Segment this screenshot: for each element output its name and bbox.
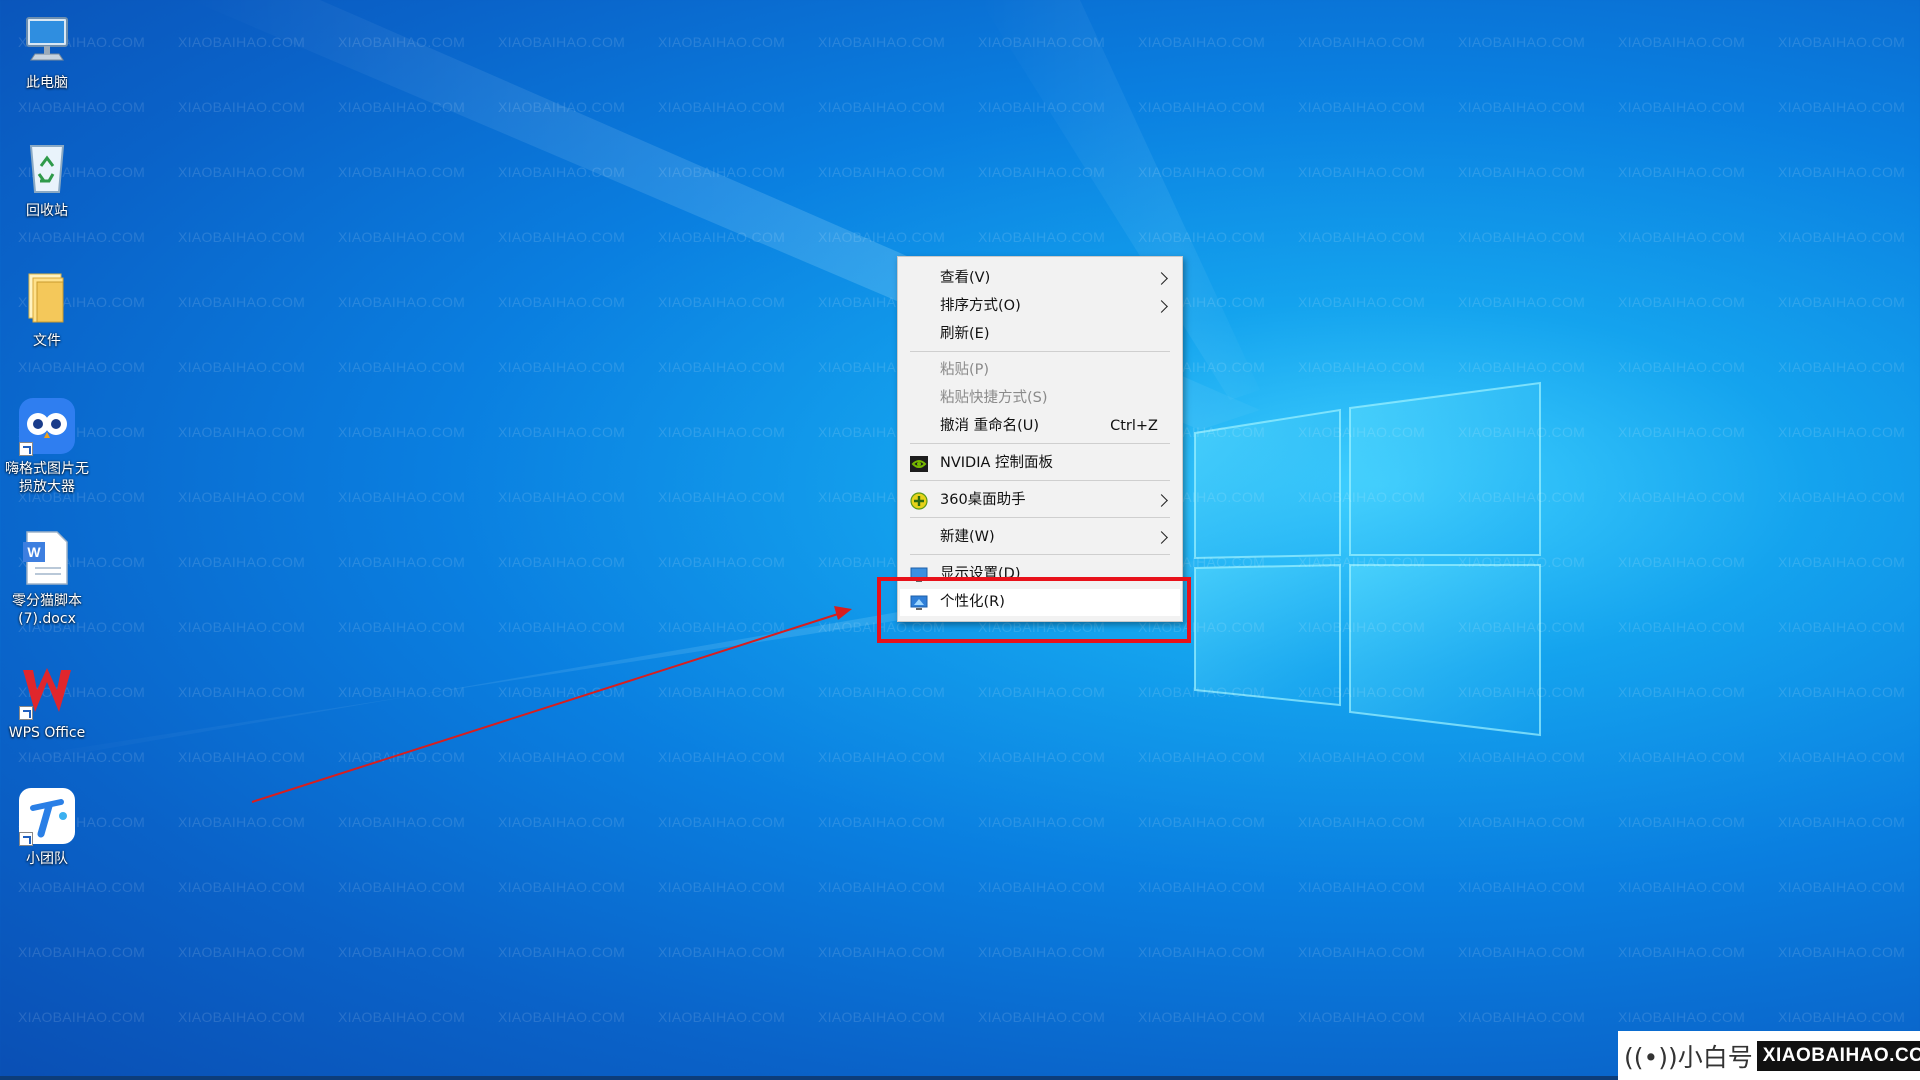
- nvidia-icon: [910, 455, 928, 473]
- menu-item-nvidia-control-panel[interactable]: NVIDIA 控制面板: [900, 450, 1180, 477]
- site-logo-cn-text: ((•))小白号: [1624, 1042, 1753, 1072]
- submenu-arrow-icon: [1155, 531, 1168, 544]
- menu-item-label: 粘贴快捷方式(S): [940, 390, 1048, 406]
- highlight-annotation-box: [877, 577, 1191, 643]
- desktop-icon-label: 文件: [33, 333, 61, 349]
- 360-icon: [910, 492, 928, 510]
- menu-separator: [910, 480, 1170, 481]
- menu-separator: [910, 554, 1170, 555]
- submenu-arrow-icon: [1155, 272, 1168, 285]
- desktop-icon-recycle-bin[interactable]: 回收站: [0, 138, 94, 220]
- desktop-icon-xiaotuandui[interactable]: 小团队: [0, 786, 94, 868]
- menu-item-paste[interactable]: 粘贴(P): [900, 357, 1180, 384]
- word-doc-icon: W: [17, 528, 77, 588]
- taskbar-edge: [0, 1076, 1618, 1080]
- submenu-arrow-icon: [1155, 300, 1168, 313]
- menu-item-new[interactable]: 新建(W): [900, 524, 1180, 551]
- menu-item-refresh[interactable]: 刷新(E): [900, 321, 1180, 348]
- computer-icon: [17, 10, 77, 70]
- desktop-icon-label: 此电脑: [26, 75, 68, 91]
- owl-app-icon: [17, 396, 77, 456]
- menu-item-undo-rename[interactable]: 撤消 重命名(U) Ctrl+Z: [900, 413, 1180, 440]
- desktop-icon-this-pc[interactable]: 此电脑: [0, 10, 94, 92]
- site-logo-en-text: XIAOBAIHAO.COM: [1756, 1040, 1920, 1071]
- menu-item-label: 撤消 重命名(U): [940, 418, 1040, 434]
- desktop-icon-docx[interactable]: W 零分猫脚本(7).docx: [0, 528, 94, 628]
- menu-item-label: 查看(V): [940, 270, 991, 286]
- menu-separator: [910, 517, 1170, 518]
- desktop-icon-label: 嗨格式图片无损放大器: [5, 461, 89, 495]
- desktop-icon-label: WPS Office: [8, 725, 86, 741]
- shortcut-arrow-icon: [19, 832, 33, 846]
- menu-item-shortcut: Ctrl+Z: [1110, 418, 1158, 434]
- menu-separator: [910, 443, 1170, 444]
- desktop-icon-label: 小团队: [26, 851, 68, 867]
- menu-item-sort-by[interactable]: 排序方式(O): [900, 293, 1180, 320]
- folder-icon: [17, 268, 77, 328]
- desktop-icon-label: 零分猫脚本(7).docx: [12, 593, 82, 627]
- xiaotuandui-app-icon: [17, 786, 77, 846]
- menu-item-label: 360桌面助手: [940, 492, 1026, 508]
- desktop-icon-image-upscaler[interactable]: 嗨格式图片无损放大器: [0, 396, 94, 496]
- desktop-icon-folder[interactable]: 文件: [0, 268, 94, 350]
- svg-text:W: W: [27, 544, 41, 560]
- shortcut-arrow-icon: [19, 706, 33, 720]
- recycle-bin-icon: [17, 138, 77, 198]
- site-watermark-logo: ((•))小白号 XIAOBAIHAO.COM: [1618, 1031, 1920, 1080]
- menu-item-label: 新建(W): [940, 529, 995, 545]
- submenu-arrow-icon: [1155, 494, 1168, 507]
- menu-item-paste-shortcut[interactable]: 粘贴快捷方式(S): [900, 385, 1180, 412]
- wps-office-icon: [17, 660, 77, 720]
- menu-item-label: 排序方式(O): [940, 298, 1021, 314]
- menu-item-label: 粘贴(P): [940, 362, 990, 378]
- menu-separator: [910, 351, 1170, 352]
- desktop-icon-label: 回收站: [26, 203, 68, 219]
- shortcut-arrow-icon: [19, 442, 33, 456]
- menu-item-label: 刷新(E): [940, 326, 990, 342]
- desktop-context-menu: 查看(V) 排序方式(O) 刷新(E) 粘贴(P) 粘贴快捷方式(S) 撤消 重…: [897, 256, 1183, 622]
- menu-item-label: NVIDIA 控制面板: [940, 455, 1054, 471]
- menu-item-360-desktop-assistant[interactable]: 360桌面助手: [900, 487, 1180, 514]
- desktop-icon-wps-office[interactable]: WPS Office: [0, 660, 94, 742]
- menu-item-view[interactable]: 查看(V): [900, 265, 1180, 292]
